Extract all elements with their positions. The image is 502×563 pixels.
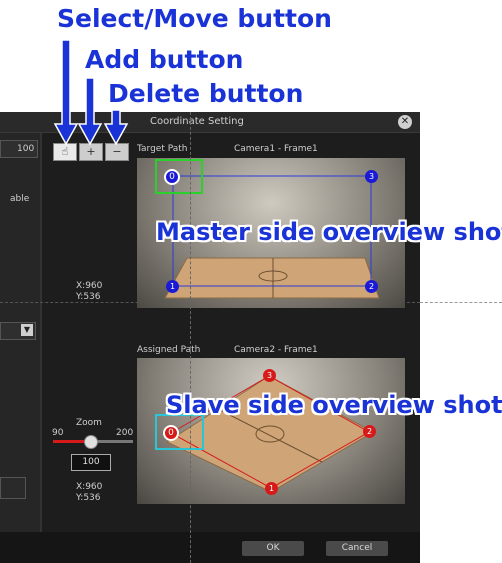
left-value-field[interactable]: 100 <box>0 140 38 158</box>
left-dropdown[interactable]: ▼ <box>0 322 36 340</box>
vertical-guide <box>190 112 191 563</box>
close-icon[interactable]: ✕ <box>398 115 412 129</box>
master-court-floor <box>164 257 380 299</box>
select-move-button[interactable]: ☝ <box>53 143 77 161</box>
slave-point-0[interactable]: 0 <box>163 425 179 441</box>
zoom-value-field[interactable]: 100 <box>71 454 111 471</box>
add-callout: Add button <box>85 45 244 74</box>
master-overview-callout: Master side overview shot <box>156 218 502 246</box>
slave-point-3[interactable]: 3 <box>263 369 276 382</box>
dropdown-arrow-icon[interactable]: ▼ <box>21 324 33 336</box>
coord-top: X:960 Y:536 <box>76 281 102 303</box>
slave-point-2[interactable]: 2 <box>363 425 376 438</box>
ok-button[interactable]: OK <box>242 541 304 556</box>
separator <box>40 133 42 543</box>
left-text: able <box>10 194 30 204</box>
slave-overview-callout: Slave side overview shot <box>166 391 502 419</box>
cancel-button[interactable]: Cancel <box>326 541 388 556</box>
dialog-title: Coordinate Setting <box>150 116 244 127</box>
coord-top-x: X:960 <box>76 281 103 291</box>
zoom-slider-handle[interactable] <box>84 435 98 449</box>
coord-bottom-y: Y:536 <box>76 493 101 503</box>
zoom-max: 200 <box>116 428 134 438</box>
add-button[interactable]: + <box>79 143 103 161</box>
zoom-label: Zoom <box>76 418 102 428</box>
coord-bottom: X:960 Y:536 <box>76 482 102 504</box>
master-point-0[interactable]: 0 <box>164 169 180 185</box>
coord-bottom-x: X:960 <box>76 482 103 492</box>
select-move-callout: Select/Move button <box>57 4 332 33</box>
title-bar: Coordinate Setting ✕ <box>0 112 420 133</box>
delete-callout: Delete button <box>108 79 304 108</box>
delete-button[interactable]: − <box>105 143 129 161</box>
camera2-label: Camera2 - Frame1 <box>234 345 318 355</box>
master-point-3[interactable]: 3 <box>365 170 378 183</box>
left-box <box>0 477 26 499</box>
master-point-1[interactable]: 1 <box>166 280 179 293</box>
master-point-2[interactable]: 2 <box>365 280 378 293</box>
slave-point-1[interactable]: 1 <box>265 482 278 495</box>
horizontal-guide-ext <box>420 302 502 303</box>
coordinate-setting-dialog: Coordinate Setting ✕ 100 able ▼ ☝ + − X:… <box>0 112 420 563</box>
target-path-label: Target Path <box>137 144 188 154</box>
camera1-label: Camera1 - Frame1 <box>234 144 318 154</box>
zoom-min: 90 <box>52 428 64 438</box>
